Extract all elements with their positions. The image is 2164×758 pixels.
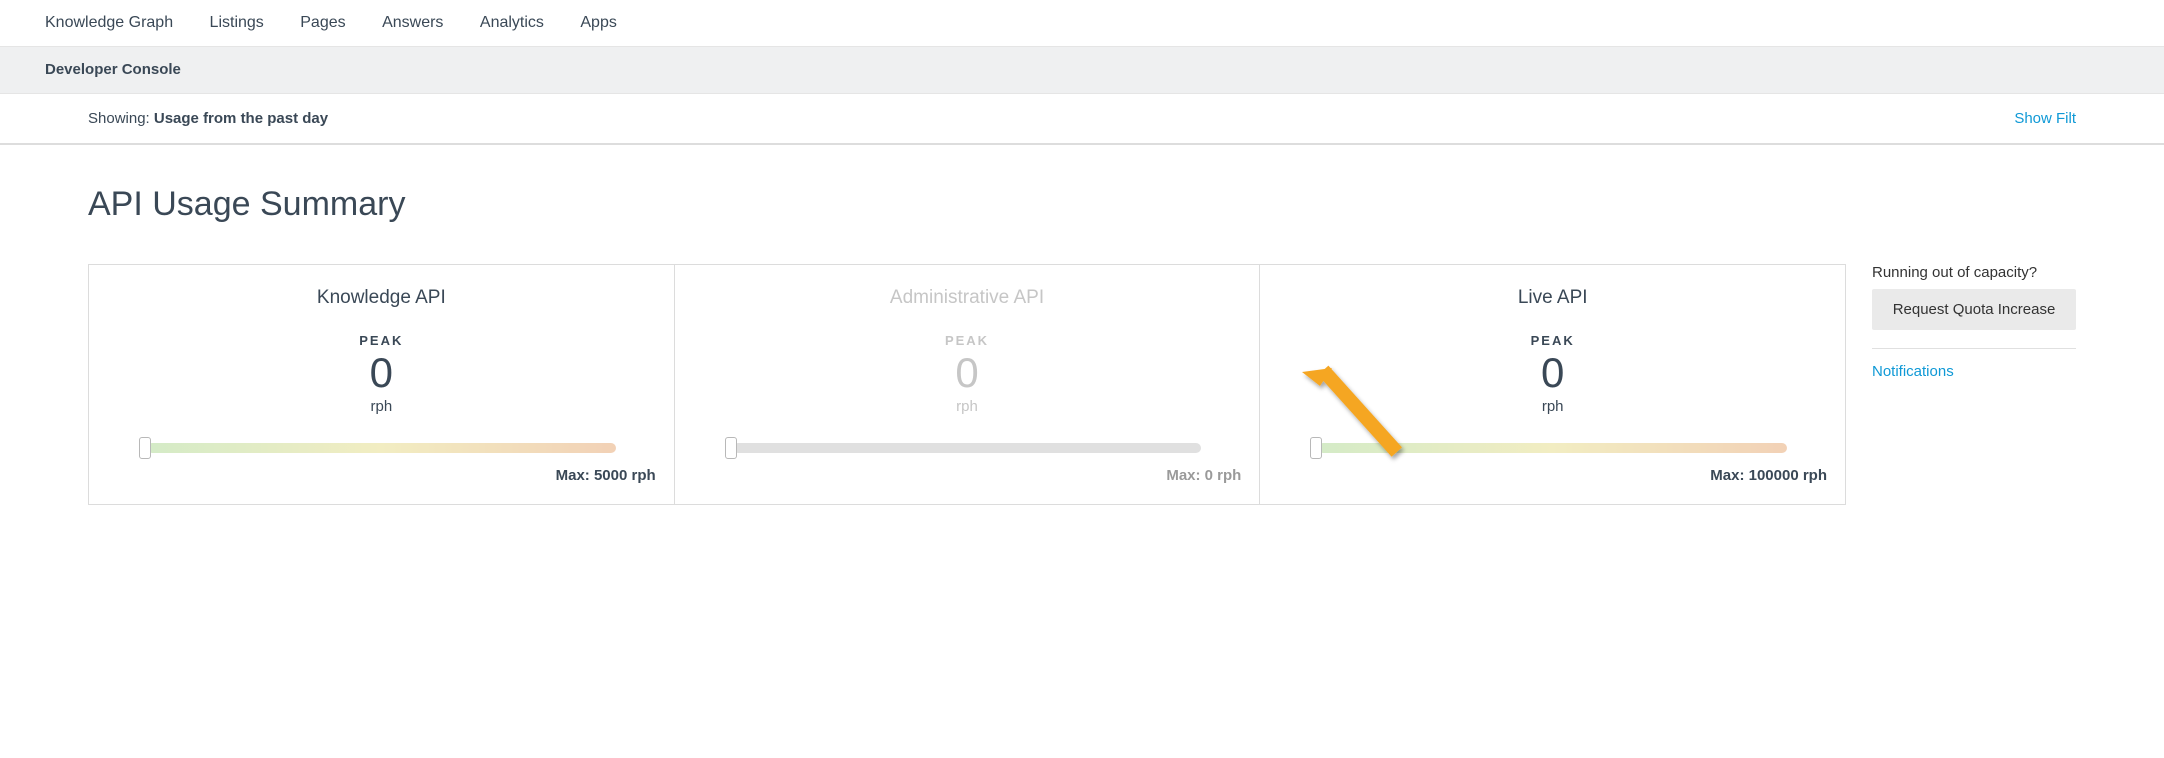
bar-thumb — [725, 437, 737, 459]
usage-bar — [1278, 437, 1827, 457]
peak-value: 0 — [107, 352, 656, 394]
main-row: Knowledge API PEAK 0 rph Max: 5000 rph A… — [88, 264, 2076, 505]
unit-label: rph — [693, 398, 1242, 415]
capacity-text: Running out of capacity? — [1872, 264, 2076, 281]
nav-knowledge-graph[interactable]: Knowledge Graph — [45, 14, 173, 32]
bar-thumb — [139, 437, 151, 459]
divider — [1872, 348, 2076, 349]
usage-bar — [107, 437, 656, 457]
peak-value: 0 — [693, 352, 1242, 394]
notifications-link[interactable]: Notifications — [1872, 363, 2076, 380]
nav-listings[interactable]: Listings — [210, 14, 264, 32]
filter-bar: Showing: Usage from the past day Show Fi… — [0, 94, 2164, 145]
filter-label: Showing: — [88, 110, 154, 127]
nav-apps[interactable]: Apps — [580, 14, 616, 32]
content: API Usage Summary Knowledge API PEAK 0 r… — [0, 145, 2164, 545]
unit-label: rph — [1278, 398, 1827, 415]
peak-label: PEAK — [107, 333, 656, 348]
nav-answers[interactable]: Answers — [382, 14, 443, 32]
max-label: Max: 0 rph — [693, 467, 1242, 484]
card-title: Live API — [1278, 287, 1827, 309]
card-title: Knowledge API — [107, 287, 656, 309]
sub-nav: Developer Console — [0, 47, 2164, 94]
card-knowledge-api[interactable]: Knowledge API PEAK 0 rph Max: 5000 rph — [88, 264, 675, 505]
peak-label: PEAK — [1278, 333, 1827, 348]
max-label: Max: 5000 rph — [107, 467, 656, 484]
show-filters-link[interactable]: Show Filt — [2014, 110, 2076, 127]
bar-track — [1318, 443, 1787, 453]
usage-bar — [693, 437, 1242, 457]
peak-label: PEAK — [693, 333, 1242, 348]
request-quota-button[interactable]: Request Quota Increase — [1872, 289, 2076, 330]
cards-row: Knowledge API PEAK 0 rph Max: 5000 rph A… — [88, 264, 1846, 505]
card-title: Administrative API — [693, 287, 1242, 309]
sidebar: Running out of capacity? Request Quota I… — [1846, 264, 2076, 380]
card-administrative-api[interactable]: Administrative API PEAK 0 rph Max: 0 rph — [674, 264, 1261, 505]
nav-pages[interactable]: Pages — [300, 14, 345, 32]
filter-showing: Showing: Usage from the past day — [88, 110, 328, 127]
card-live-api[interactable]: Live API PEAK 0 rph Max: 100000 rph — [1259, 264, 1846, 505]
bar-track — [733, 443, 1202, 453]
unit-label: rph — [107, 398, 656, 415]
subnav-developer-console[interactable]: Developer Console — [45, 61, 181, 78]
page-title: API Usage Summary — [88, 185, 2076, 224]
max-label: Max: 100000 rph — [1278, 467, 1827, 484]
top-nav: Knowledge Graph Listings Pages Answers A… — [0, 0, 2164, 47]
bar-thumb — [1310, 437, 1322, 459]
bar-track — [147, 443, 616, 453]
peak-value: 0 — [1278, 352, 1827, 394]
nav-analytics[interactable]: Analytics — [480, 14, 544, 32]
cards-container: Knowledge API PEAK 0 rph Max: 5000 rph A… — [88, 264, 1846, 505]
filter-value: Usage from the past day — [154, 110, 328, 127]
